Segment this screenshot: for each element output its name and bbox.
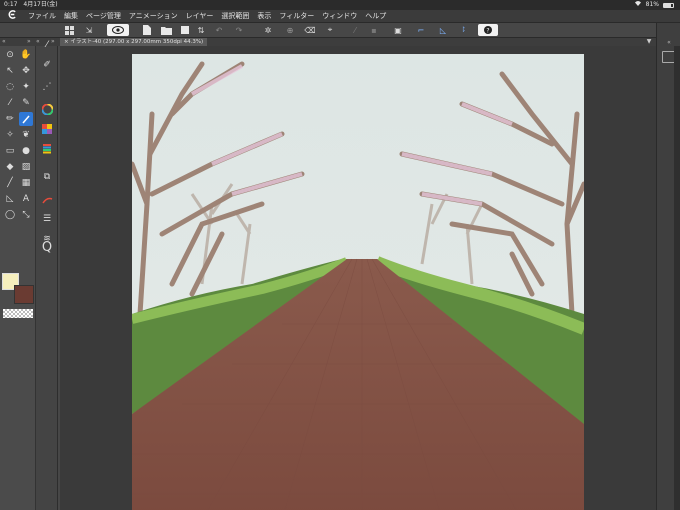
crop-icon[interactable]: ⌖ bbox=[324, 24, 336, 36]
visibility-toggle-icon[interactable] bbox=[107, 24, 129, 36]
eraser-icon[interactable]: ▭ bbox=[3, 144, 17, 158]
command-bar: ⇲ ⇅ ↶ ↷ ✲ ⊕ ⌫ ⌖ ⁄ ▪ ▣ ⌐ ◺ ⥏ ? bbox=[0, 23, 680, 38]
layer-property-icon[interactable] bbox=[40, 192, 54, 206]
blend-icon[interactable]: ● bbox=[19, 144, 33, 158]
sub-color-swatch[interactable] bbox=[14, 285, 34, 304]
ruler-icon[interactable]: ◺ bbox=[3, 192, 17, 206]
clear-icon[interactable]: ⌫ bbox=[304, 24, 316, 36]
fill-icon[interactable]: ◆ bbox=[3, 160, 17, 174]
auto-select-icon[interactable]: ✦ bbox=[19, 80, 33, 94]
battery-percent: 81% bbox=[645, 1, 659, 8]
document-tab[interactable]: × イラスト-40 (297.00 x 297.00mm 350dpi 44.3… bbox=[60, 38, 208, 46]
color-history-icon[interactable] bbox=[40, 142, 54, 156]
clear-selection-icon[interactable]: ✲ bbox=[262, 24, 274, 36]
brush-icon[interactable] bbox=[19, 112, 33, 126]
menu-bar: ファイル 編集 ページ管理 アニメーション レイヤー 選択範囲 表示 フィルター ウィンドウ ヘル… bbox=[0, 10, 680, 23]
status-bar: 0:17 4月17日(金) 81% bbox=[0, 0, 680, 10]
help-icon[interactable]: ? bbox=[478, 24, 498, 36]
svg-text:?: ? bbox=[486, 27, 489, 34]
new-file-icon[interactable] bbox=[141, 24, 153, 36]
grid-snap-icon[interactable]: ⥏ bbox=[456, 24, 470, 36]
transform-icon[interactable]: ⊕ bbox=[284, 24, 296, 36]
status-date: 4月17日(金) bbox=[23, 1, 58, 8]
grid-icon[interactable] bbox=[63, 24, 75, 36]
correction-icon[interactable]: ⤡ bbox=[19, 208, 33, 222]
sub-tool-icon[interactable]: ⋰ bbox=[40, 80, 54, 94]
open-file-icon[interactable] bbox=[160, 24, 172, 36]
move-layer-icon[interactable]: ✥ bbox=[19, 64, 33, 78]
status-time-date: 0:17 4月17日(金) bbox=[4, 0, 58, 10]
balloon-icon[interactable]: ◯ bbox=[3, 208, 17, 222]
menu-item-8[interactable]: ウィンドウ bbox=[318, 11, 361, 21]
brush-size-icon[interactable]: ⁄ bbox=[40, 38, 54, 52]
transparent-color-swatch[interactable] bbox=[3, 309, 33, 318]
special-ruler-icon[interactable]: ◺ bbox=[436, 24, 450, 36]
layer-icon[interactable]: ☰ bbox=[40, 212, 54, 226]
menu-item-7[interactable]: フィルター bbox=[275, 11, 318, 21]
battery-icon bbox=[663, 2, 674, 8]
move-icon[interactable]: ✋ bbox=[19, 48, 33, 62]
pen-disabled-icon[interactable]: ⁄ bbox=[349, 24, 361, 36]
menu-item-9[interactable]: ヘルプ bbox=[361, 11, 390, 21]
menu-item-4[interactable]: レイヤー bbox=[182, 11, 218, 21]
menu-item-2[interactable]: ページ管理 bbox=[82, 11, 125, 21]
airbrush-icon[interactable]: ✧ bbox=[3, 128, 17, 142]
canvas-artwork[interactable] bbox=[132, 54, 584, 510]
tool-palette: ⊙ ✋ ↖ ✥ ◌ ✦ ⁄ ✎ ✏ ✧ ❦ ▭ ● ◆ ▨ ╱ ▦ ◺ A ◯ … bbox=[0, 46, 36, 510]
document-tab-title: イラスト-40 (297.00 x 297.00mm 350dpi 44.3%) bbox=[70, 39, 204, 45]
eyedropper-icon[interactable]: ⁄ bbox=[3, 96, 17, 110]
color-set-icon[interactable] bbox=[40, 122, 54, 136]
pencil-icon[interactable]: ✏ bbox=[3, 112, 17, 126]
collapse-left-icon[interactable]: « bbox=[2, 38, 6, 45]
redo-icon[interactable]: ↷ bbox=[233, 24, 245, 36]
vertical-scrollbar[interactable] bbox=[674, 46, 680, 510]
text-icon[interactable]: A bbox=[19, 192, 33, 206]
zoom-icon[interactable]: ⊙ bbox=[3, 48, 17, 62]
status-right: 81% bbox=[634, 0, 674, 10]
sub-view-icon[interactable]: ⧉ bbox=[40, 170, 54, 184]
menu-item-1[interactable]: 編集 bbox=[60, 11, 82, 21]
undo-icon[interactable]: ↶ bbox=[213, 24, 225, 36]
canvas-area bbox=[60, 46, 656, 510]
search-icon[interactable]: Q bbox=[40, 240, 54, 255]
menu-item-3[interactable]: アニメーション bbox=[125, 11, 182, 21]
menu-item-5[interactable]: 選択範囲 bbox=[217, 11, 253, 21]
export-icon[interactable]: ⇲ bbox=[83, 24, 95, 36]
menu-item-0[interactable]: ファイル bbox=[24, 11, 60, 21]
selection-icon[interactable]: ◌ bbox=[3, 80, 17, 94]
document-tab-row: × イラスト-40 (297.00 x 297.00mm 350dpi 44.3… bbox=[60, 38, 656, 46]
ruler-snap-icon[interactable]: ⌐ bbox=[414, 24, 428, 36]
collapse-mid-icon[interactable]: » bbox=[27, 38, 31, 45]
wifi-icon bbox=[634, 0, 642, 10]
save-icon[interactable] bbox=[180, 24, 190, 36]
clip-studio-window: 0:17 4月17日(金) 81% ファイル 編集 ページ管理 アニメーション レイヤー… bbox=[0, 0, 680, 510]
snap-icon[interactable]: ▣ bbox=[392, 24, 404, 36]
gradient-icon[interactable]: ▨ bbox=[19, 160, 33, 174]
layer-disabled-icon[interactable]: ▪ bbox=[368, 24, 380, 36]
menu-item-6[interactable]: 表示 bbox=[253, 11, 275, 21]
brush-shape-icon[interactable]: ✐ bbox=[40, 58, 54, 72]
figure-icon[interactable]: ╱ bbox=[3, 176, 17, 190]
tab-menu-icon[interactable]: ▼ bbox=[644, 38, 654, 46]
swap-icon[interactable]: ⇅ bbox=[196, 24, 206, 36]
app-logo-icon[interactable] bbox=[6, 10, 18, 22]
status-time: 0:17 bbox=[4, 1, 18, 8]
palette-strip: ⁄ ✐ ⋰ ⧉ ☰ ≋ Q bbox=[36, 40, 58, 510]
operation-icon[interactable]: ↖ bbox=[3, 64, 17, 78]
color-wheel-icon[interactable] bbox=[40, 102, 54, 116]
frame-icon[interactable]: ▦ bbox=[19, 176, 33, 190]
pen-icon[interactable]: ✎ bbox=[19, 96, 33, 110]
decoration-icon[interactable]: ❦ bbox=[19, 128, 33, 142]
